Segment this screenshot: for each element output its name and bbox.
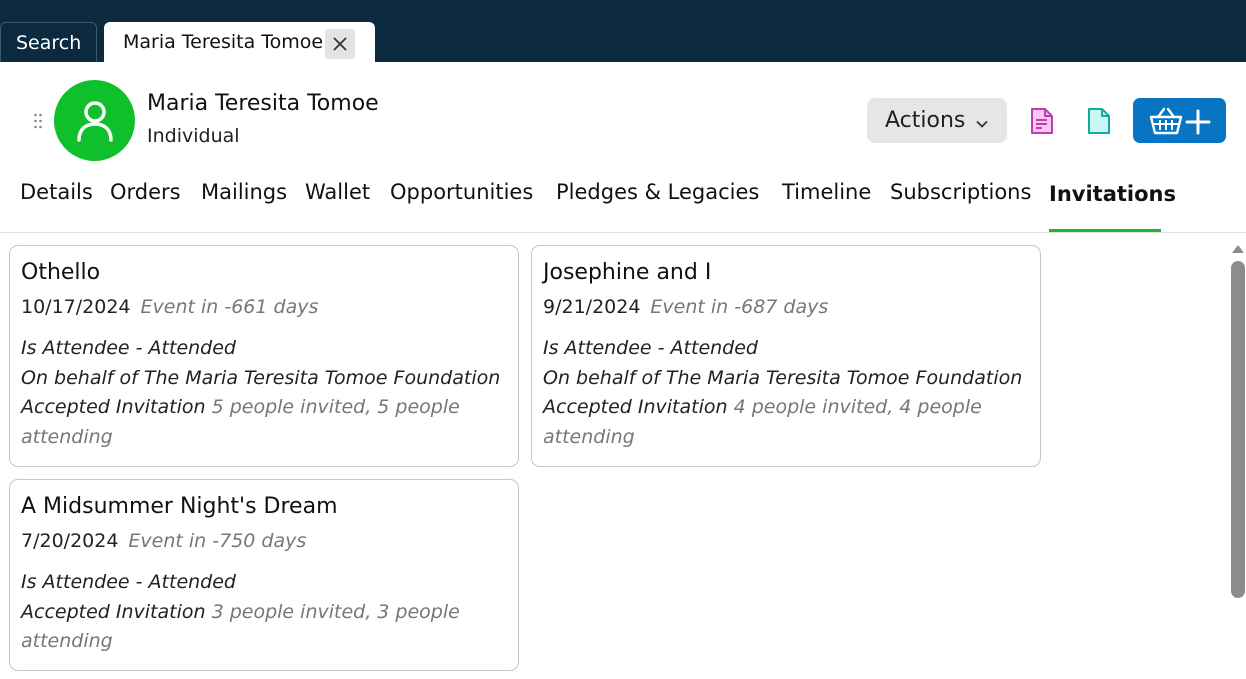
tab-pledges-legacies[interactable]: Pledges & Legacies <box>556 180 759 204</box>
tab-wallet[interactable]: Wallet <box>305 180 370 204</box>
document-lines-icon[interactable] <box>1029 107 1055 139</box>
invitation-status: Accepted Invitation <box>21 600 206 623</box>
tab-subscriptions[interactable]: Subscriptions <box>890 180 1031 204</box>
invitation-status: Accepted Invitation <box>21 396 206 418</box>
add-to-basket-button[interactable] <box>1133 98 1226 143</box>
invitation-status: Accepted Invitation <box>543 396 728 418</box>
invitation-date: 9/21/2024 <box>543 296 641 318</box>
chevron-down-icon <box>975 112 989 137</box>
invitation-attendance-cont: attending <box>543 425 635 448</box>
tab-mailings[interactable]: Mailings <box>201 180 287 204</box>
tab-constituent-label: Maria Teresita Tomoe <box>123 31 324 53</box>
invitation-details: Is Attendee - Attended Accepted Invitati… <box>21 568 507 657</box>
nav-divider <box>0 232 1246 233</box>
invitation-card[interactable]: A Midsummer Night's Dream 7/20/2024 Event… <box>9 479 519 671</box>
tab-timeline[interactable]: Timeline <box>782 180 871 204</box>
tab-invitations[interactable]: Invitations <box>1049 182 1176 206</box>
scrollbar-thumb[interactable] <box>1231 261 1245 598</box>
tab-constituent[interactable]: Maria Teresita Tomoe <box>104 22 375 62</box>
tab-details[interactable]: Details <box>20 180 93 204</box>
invitation-role: Is Attendee - Attended <box>543 337 758 359</box>
invitation-attendance: 4 people invited, 4 people <box>733 396 982 418</box>
top-bar: Search Maria Teresita Tomoe <box>0 0 1246 62</box>
tab-orders[interactable]: Orders <box>110 180 181 204</box>
invitation-date: 7/20/2024 <box>21 530 119 552</box>
scroll-up-arrow-icon[interactable] <box>1231 240 1245 259</box>
invitation-details: Is Attendee - Attended On behalf of The … <box>543 334 1029 452</box>
invitation-attendance: 3 people invited, 3 people <box>211 600 460 623</box>
invitation-status-line: Accepted Invitation 4 people invited, 4 … <box>543 393 1029 423</box>
actions-button[interactable]: Actions <box>867 98 1007 143</box>
invitation-card[interactable]: Josephine and I 9/21/2024 Event in -687 d… <box>531 245 1041 467</box>
tab-search[interactable]: Search <box>0 22 97 62</box>
invitation-relative-time: Event in -661 days <box>140 296 319 318</box>
basket-add-icon <box>1149 107 1210 134</box>
invitation-on-behalf: On behalf of The Maria Teresita Tomoe Fo… <box>21 366 501 389</box>
invitation-on-behalf: On behalf of The Maria Teresita Tomoe Fo… <box>543 366 1023 389</box>
invitation-relative-time: Event in -750 days <box>128 530 307 552</box>
constituent-name: Maria Teresita Tomoe <box>147 91 379 116</box>
actions-label: Actions <box>885 108 966 133</box>
invitation-attendance-cont: attending <box>21 630 113 652</box>
invitation-attendance-cont: attending <box>21 425 113 448</box>
document-icon[interactable] <box>1086 107 1112 139</box>
constituent-type: Individual <box>147 125 240 147</box>
tab-search-label: Search <box>16 31 82 54</box>
tab-opportunities[interactable]: Opportunities <box>390 180 533 204</box>
avatar <box>54 80 135 161</box>
close-icon[interactable] <box>325 29 355 59</box>
invitation-card[interactable]: Othello 10/17/2024 Event in -661 days Is … <box>9 245 519 467</box>
invitation-title: Josephine and I <box>543 260 712 285</box>
invitation-role: Is Attendee - Attended <box>21 571 236 593</box>
invitation-relative-time: Event in -687 days <box>650 296 829 318</box>
invitation-status-line: Accepted Invitation 3 people invited, 3 … <box>21 598 507 628</box>
invitation-title: A Midsummer Night's Dream <box>21 494 338 519</box>
invitation-title: Othello <box>21 260 101 285</box>
invitation-date: 10/17/2024 <box>21 296 131 318</box>
invitation-role: Is Attendee - Attended <box>21 337 236 359</box>
invitation-details: Is Attendee - Attended On behalf of The … <box>21 334 507 452</box>
invitation-attendance: 5 people invited, 5 people <box>211 396 460 418</box>
invitation-date-line: 9/21/2024 Event in -687 days <box>543 294 1029 320</box>
drag-handle-icon[interactable] <box>33 112 43 130</box>
invitation-date-line: 7/20/2024 Event in -750 days <box>21 528 507 554</box>
invitation-date-line: 10/17/2024 Event in -661 days <box>21 294 507 320</box>
invitation-status-line: Accepted Invitation 5 people invited, 5 … <box>21 393 507 423</box>
person-icon <box>76 100 113 142</box>
